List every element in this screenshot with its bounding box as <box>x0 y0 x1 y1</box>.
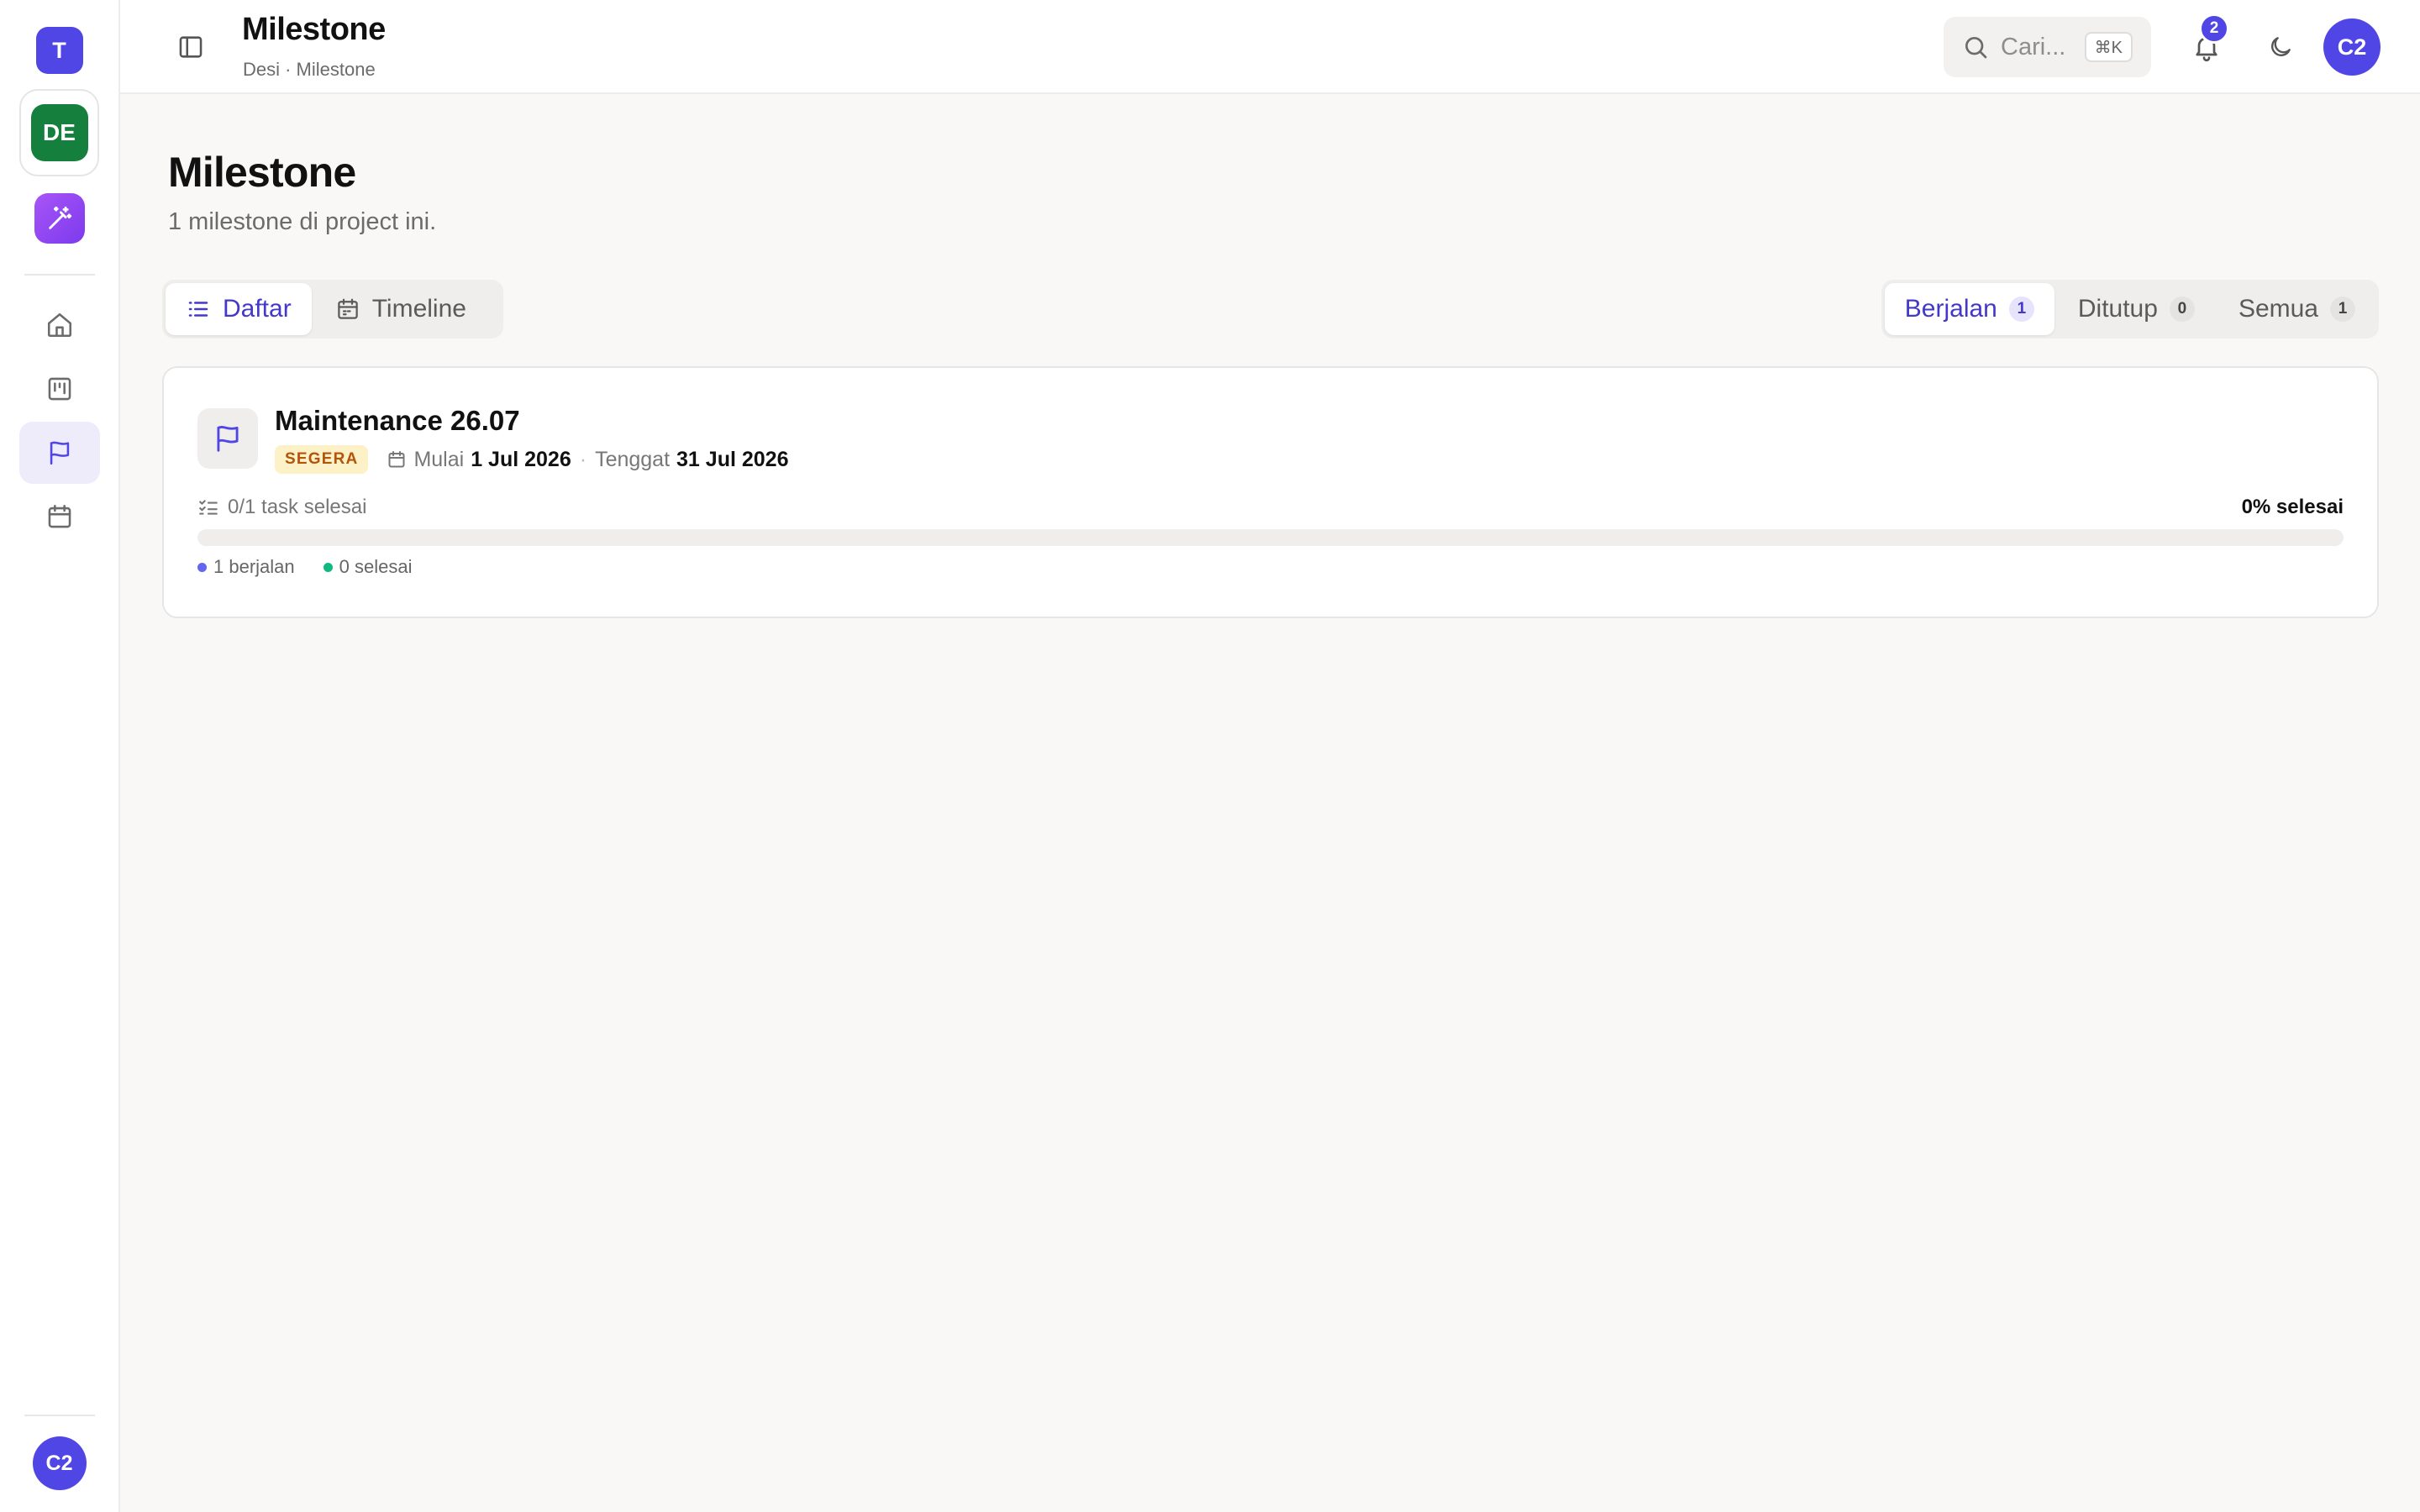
top-title: Milestone <box>242 12 386 47</box>
filter-tab-semua[interactable]: Semua 1 <box>2218 283 2375 335</box>
notification-count-badge: 2 <box>2199 13 2229 44</box>
search-input[interactable]: Cari... ⌘K <box>1944 17 2151 77</box>
sidebar-panel-icon <box>179 36 203 58</box>
milestone-name[interactable]: Maintenance 26.07 <box>275 405 520 437</box>
rail-item-home[interactable] <box>19 294 100 356</box>
milestone-meta: SEGERA Mulai 1 Jul 2026 · Tenggat 31 Jul… <box>275 445 788 474</box>
app-rail: T DE C2 <box>0 0 120 1512</box>
start-date: 1 Jul 2026 <box>471 447 571 471</box>
rail-divider <box>24 274 95 276</box>
start-label: Mulai <box>413 447 465 471</box>
progress-bar <box>197 529 2344 546</box>
meta-separator: · <box>579 447 587 471</box>
due-date: 31 Jul 2026 <box>676 447 789 471</box>
milestone-icon-box <box>197 408 258 469</box>
moon-icon <box>2271 37 2291 56</box>
flag-icon <box>50 441 69 465</box>
search-icon <box>1965 37 1987 59</box>
search-shortcut: ⌘K <box>2084 32 2133 62</box>
running-count: 1 berjalan <box>213 556 295 577</box>
view-list-label: Daftar <box>223 295 292 323</box>
project-avatar: DE <box>30 104 88 161</box>
running-dot <box>197 562 207 572</box>
top-bar: Milestone Desi · Milestone Cari... ⌘K 2 … <box>120 0 2420 94</box>
workspace-avatar[interactable]: T <box>35 27 83 74</box>
filter-tab-count: 1 <box>2008 297 2034 322</box>
legend-running: 1 berjalan <box>197 556 295 578</box>
task-progress-label: 0/1 task selesai <box>197 496 366 519</box>
rail-divider-bottom <box>24 1415 95 1416</box>
magic-wand-icon <box>48 206 71 229</box>
sidebar-toggle-button[interactable] <box>174 30 208 64</box>
rail-user-avatar[interactable]: C2 <box>32 1436 87 1490</box>
ai-assistant-button[interactable] <box>34 193 85 244</box>
page-subtitle: 1 milestone di project ini. <box>168 208 437 235</box>
milestone-card[interactable]: Maintenance 26.07 SEGERA Mulai 1 Jul 202… <box>162 366 2379 618</box>
progress-percent: 0% selesai <box>2241 496 2344 518</box>
calendar-icon <box>337 298 358 319</box>
calendar-icon <box>48 504 71 528</box>
urgency-badge: SEGERA <box>275 445 369 474</box>
user-avatar[interactable]: C2 <box>2323 18 2381 76</box>
rail-item-milestone[interactable] <box>18 422 100 484</box>
rail-item-calendar[interactable] <box>19 486 100 548</box>
tasks-done-text: 0/1 task selesai <box>228 496 367 518</box>
view-list-button[interactable]: Daftar <box>166 283 312 335</box>
calendar-icon <box>388 451 405 468</box>
legend-done: 0 selesai <box>323 556 413 578</box>
view-toggle: Daftar Timeline <box>162 280 503 339</box>
view-timeline-label: Timeline <box>371 295 466 323</box>
view-timeline-button[interactable]: Timeline <box>315 283 487 335</box>
filter-tab-count: 0 <box>2169 297 2195 322</box>
done-dot <box>323 562 333 572</box>
checklist-icon <box>199 500 218 515</box>
filter-tab-ditutup[interactable]: Ditutup 0 <box>2058 283 2215 335</box>
list-icon <box>188 302 208 317</box>
rail-item-board[interactable] <box>19 358 100 420</box>
due-label: Tenggat <box>595 447 671 471</box>
theme-toggle-button[interactable] <box>2264 30 2297 64</box>
filter-tab-count: 1 <box>2330 297 2355 322</box>
breadcrumb: Desi · Milestone <box>243 59 376 80</box>
rail-footer: C2 <box>0 1415 118 1512</box>
status-filter: Berjalan 1 Ditutup 0 Semua 1 <box>1881 280 2379 339</box>
done-count: 0 selesai <box>339 556 413 577</box>
task-status-legend: 1 berjalan 0 selesai <box>197 556 440 578</box>
flag-icon <box>217 426 239 452</box>
home-icon <box>47 312 71 338</box>
board-icon <box>48 377 71 401</box>
search-placeholder: Cari... <box>2001 33 2066 60</box>
filter-tab-label: Berjalan <box>1904 295 1997 323</box>
filter-tab-label: Semua <box>2238 295 2318 323</box>
filter-tab-label: Ditutup <box>2077 295 2158 323</box>
filter-tab-berjalan[interactable]: Berjalan 1 <box>1884 283 2054 335</box>
page-title: Milestone <box>168 149 356 196</box>
project-switcher[interactable]: DE <box>19 89 99 176</box>
